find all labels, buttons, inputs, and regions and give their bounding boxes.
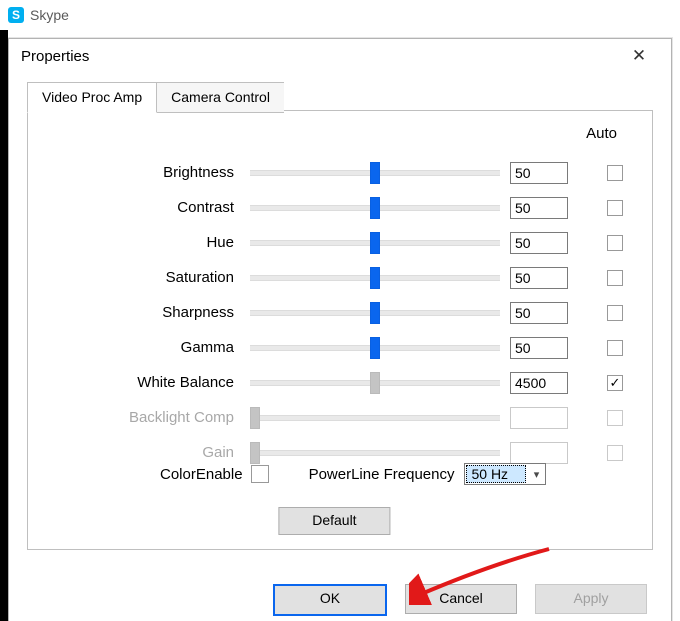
- brightness-input[interactable]: [510, 162, 568, 184]
- close-icon[interactable]: ✕: [619, 46, 659, 66]
- gain-auto-checkbox: [607, 445, 623, 461]
- white-balance-label: White Balance: [50, 374, 240, 391]
- apply-button: Apply: [535, 584, 647, 614]
- skype-titlebar: S Skype: [0, 0, 680, 30]
- powerline-frequency-label: PowerLine Frequency: [309, 466, 455, 483]
- contrast-auto-checkbox[interactable]: [607, 200, 623, 216]
- hue-slider[interactable]: [250, 232, 500, 254]
- gamma-auto-checkbox[interactable]: [607, 340, 623, 356]
- chevron-down-icon: ▾: [527, 468, 545, 481]
- powerline-frequency-combo[interactable]: 50 Hz ▾: [464, 463, 546, 485]
- row-backlight-comp: Backlight Comp: [50, 400, 630, 435]
- hue-input[interactable]: [510, 232, 568, 254]
- row-gamma: Gamma: [50, 330, 630, 365]
- backlight-comp-input: [510, 407, 568, 429]
- sharpness-slider[interactable]: [250, 302, 500, 324]
- white-balance-auto-checkbox[interactable]: ✓: [607, 375, 623, 391]
- cancel-button[interactable]: Cancel: [405, 584, 517, 614]
- saturation-input[interactable]: [510, 267, 568, 289]
- gain-input: [510, 442, 568, 464]
- gain-label: Gain: [50, 444, 240, 461]
- row-brightness: Brightness: [50, 155, 630, 190]
- backlight-comp-slider: [250, 407, 500, 429]
- ok-button[interactable]: OK: [273, 584, 387, 616]
- hue-auto-checkbox[interactable]: [607, 235, 623, 251]
- row-hue: Hue: [50, 225, 630, 260]
- tabs: Video Proc AmpCamera Control: [27, 81, 653, 111]
- backlight-comp-auto-checkbox: [607, 410, 623, 426]
- skype-icon: S: [8, 7, 24, 23]
- tab-camera-control[interactable]: Camera Control: [156, 82, 284, 113]
- sharpness-input[interactable]: [510, 302, 568, 324]
- hue-label: Hue: [50, 234, 240, 251]
- powerline-frequency-value: 50 Hz: [466, 465, 526, 483]
- sharpness-auto-checkbox[interactable]: [607, 305, 623, 321]
- brightness-auto-checkbox[interactable]: [607, 165, 623, 181]
- dialog-titlebar: Properties ✕: [9, 39, 671, 73]
- contrast-slider[interactable]: [250, 197, 500, 219]
- auto-column-header: Auto: [586, 125, 617, 142]
- gain-slider: [250, 442, 500, 464]
- sharpness-label: Sharpness: [50, 304, 240, 321]
- row-contrast: Contrast: [50, 190, 630, 225]
- contrast-input[interactable]: [510, 197, 568, 219]
- white-balance-input[interactable]: [510, 372, 568, 394]
- white-balance-slider: [250, 372, 500, 394]
- saturation-auto-checkbox[interactable]: [607, 270, 623, 286]
- backlight-comp-label: Backlight Comp: [50, 409, 240, 426]
- row-white-balance: White Balance ✓: [50, 365, 630, 400]
- app-name: Skype: [30, 7, 69, 23]
- contrast-label: Contrast: [50, 199, 240, 216]
- dialog-title: Properties: [21, 48, 89, 65]
- color-enable-label: ColorEnable: [160, 466, 243, 483]
- tab-video-proc-amp[interactable]: Video Proc Amp: [27, 82, 157, 113]
- properties-dialog: Properties ✕ Video Proc AmpCamera Contro…: [8, 38, 672, 621]
- brightness-slider[interactable]: [250, 162, 500, 184]
- tab-panel: Auto Brightness Contrast: [27, 110, 653, 550]
- gamma-label: Gamma: [50, 339, 240, 356]
- row-sharpness: Sharpness: [50, 295, 630, 330]
- saturation-slider[interactable]: [250, 267, 500, 289]
- brightness-label: Brightness: [50, 164, 240, 181]
- color-enable-checkbox[interactable]: [251, 465, 269, 483]
- saturation-label: Saturation: [50, 269, 240, 286]
- row-saturation: Saturation: [50, 260, 630, 295]
- default-button[interactable]: Default: [278, 507, 390, 535]
- gamma-input[interactable]: [510, 337, 568, 359]
- gamma-slider[interactable]: [250, 337, 500, 359]
